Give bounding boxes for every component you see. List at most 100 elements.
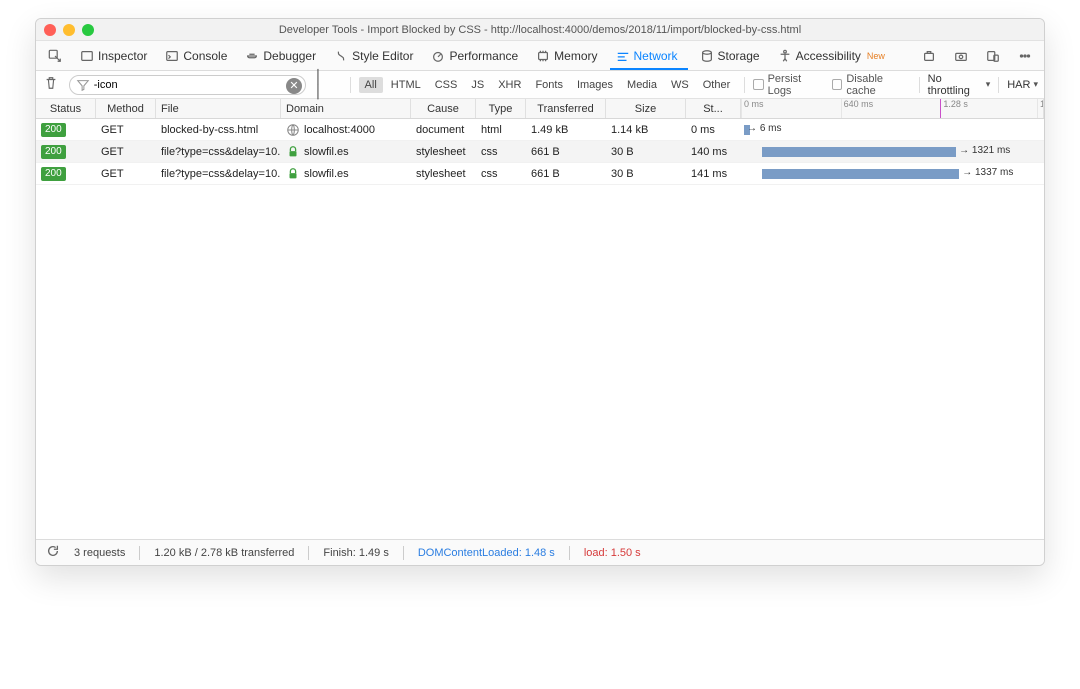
titlebar: Developer Tools - Import Blocked by CSS … — [36, 19, 1044, 41]
tab-memory[interactable]: Memory — [530, 47, 603, 65]
tab-storage[interactable]: Storage — [694, 47, 766, 65]
cell-cause: document — [411, 119, 476, 140]
cell-type: css — [476, 163, 526, 184]
filter-media[interactable]: Media — [621, 77, 663, 93]
column-headers: Status Method File Domain Cause Type Tra… — [36, 99, 1044, 119]
responsive-design-button[interactable] — [980, 47, 1006, 65]
col-waterfall: 0 ms640 ms1.28 s1. — [741, 99, 1044, 118]
cell-time: 141 ms — [686, 163, 741, 184]
col-file[interactable]: File — [156, 99, 281, 118]
col-method[interactable]: Method — [96, 99, 156, 118]
tab-label: Performance — [449, 49, 518, 63]
timeline-tick: 0 ms — [741, 99, 764, 118]
status-domcontentloaded: DOMContentLoaded: 1.48 s — [418, 547, 555, 559]
har-menu[interactable]: HAR▾ — [1007, 79, 1038, 91]
request-rows: 200GETblocked-by-css.htmllocalhost:4000d… — [36, 119, 1044, 539]
cell-cause: stylesheet — [411, 163, 476, 184]
cell-method: GET — [96, 119, 156, 140]
tab-label: Network — [634, 49, 678, 63]
tab-inspector[interactable]: Inspector — [74, 47, 153, 65]
cell-waterfall: → 1337 ms — [741, 163, 1044, 184]
panel-tabs: Inspector Console Debugger Style Editor … — [36, 41, 1044, 71]
throttling-select[interactable]: No throttling▾ — [928, 73, 991, 97]
tab-performance[interactable]: Performance — [425, 47, 524, 65]
status-badge: 200 — [41, 167, 66, 181]
col-size[interactable]: Size — [606, 99, 686, 118]
filter-css[interactable]: CSS — [429, 77, 464, 93]
cell-file: file?type=css&delay=10... — [156, 163, 281, 184]
col-domain[interactable]: Domain — [281, 99, 411, 118]
har-label: HAR — [1007, 79, 1030, 91]
globe-icon — [286, 123, 300, 137]
tab-accessibility[interactable]: AccessibilityNew — [772, 47, 891, 65]
cell-domain: slowfil.es — [281, 163, 411, 184]
status-badge: 200 — [41, 123, 66, 137]
cell-size: 30 B — [606, 163, 686, 184]
throttle-label: No throttling — [928, 73, 983, 97]
lock-icon — [286, 145, 300, 159]
cell-waterfall: → 6 ms — [741, 119, 1044, 140]
filter-js[interactable]: JS — [465, 77, 490, 93]
tab-label: Debugger — [263, 49, 316, 63]
filter-other[interactable]: Other — [697, 77, 737, 93]
kebab-menu-icon[interactable] — [1012, 47, 1038, 65]
tab-style-editor[interactable]: Style Editor — [328, 47, 419, 65]
status-requests: 3 requests — [74, 547, 125, 559]
filter-input[interactable] — [92, 78, 281, 92]
new-badge: New — [867, 51, 885, 61]
pick-element-button[interactable] — [42, 47, 68, 65]
tab-debugger[interactable]: Debugger — [239, 47, 322, 65]
screenshot-button[interactable] — [948, 47, 974, 65]
clear-button[interactable] — [42, 76, 61, 93]
tab-console[interactable]: Console — [159, 47, 233, 65]
table-row[interactable]: 200GETfile?type=css&delay=10...slowfil.e… — [36, 163, 1044, 185]
pause-button[interactable]: │ │ — [314, 70, 342, 100]
status-badge: 200 — [41, 145, 66, 159]
filter-all[interactable]: All — [359, 77, 383, 93]
filter-fonts[interactable]: Fonts — [529, 77, 569, 93]
minimize-icon[interactable] — [63, 24, 75, 36]
filter-ws[interactable]: WS — [665, 77, 695, 93]
close-icon[interactable] — [44, 24, 56, 36]
cell-transferred: 661 B — [526, 141, 606, 162]
status-load: load: 1.50 s — [584, 547, 641, 559]
cell-waterfall: → 1321 ms — [741, 141, 1044, 162]
filter-input-wrap: ✕ — [69, 75, 306, 95]
col-transferred[interactable]: Transferred — [526, 99, 606, 118]
col-cause[interactable]: Cause — [411, 99, 476, 118]
col-time[interactable]: St... — [686, 99, 741, 118]
col-status[interactable]: Status — [36, 99, 96, 118]
maximize-icon[interactable] — [82, 24, 94, 36]
chevron-down-icon: ▾ — [1033, 79, 1038, 90]
clear-filter-icon[interactable]: ✕ — [286, 78, 302, 94]
reload-icon[interactable] — [46, 544, 60, 561]
col-type[interactable]: Type — [476, 99, 526, 118]
cell-type: css — [476, 141, 526, 162]
type-filters: All HTML CSS JS XHR Fonts Images Media W… — [359, 77, 737, 93]
tab-label: Console — [183, 49, 227, 63]
table-row[interactable]: 200GETblocked-by-css.htmllocalhost:4000d… — [36, 119, 1044, 141]
filter-html[interactable]: HTML — [385, 77, 427, 93]
cell-type: html — [476, 119, 526, 140]
tab-label: Style Editor — [352, 49, 413, 63]
chevron-down-icon: ▾ — [986, 79, 991, 90]
persist-label: Persist Logs — [768, 73, 824, 97]
filter-images[interactable]: Images — [571, 77, 619, 93]
cell-transferred: 661 B — [526, 163, 606, 184]
cell-file: file?type=css&delay=10... — [156, 141, 281, 162]
cell-domain: localhost:4000 — [281, 119, 411, 140]
table-row[interactable]: 200GETfile?type=css&delay=10...slowfil.e… — [36, 141, 1044, 163]
funnel-icon — [76, 78, 90, 95]
statusbar: 3 requests 1.20 kB / 2.78 kB transferred… — [36, 539, 1044, 565]
lock-icon — [286, 167, 300, 181]
persist-logs-toggle[interactable]: Persist Logs — [753, 73, 824, 97]
disable-cache-toggle[interactable]: Disable cache — [832, 73, 911, 97]
toolbox-button[interactable] — [916, 47, 942, 65]
cell-size: 1.14 kB — [606, 119, 686, 140]
disable-label: Disable cache — [846, 73, 910, 97]
filter-xhr[interactable]: XHR — [492, 77, 527, 93]
tab-network[interactable]: Network — [610, 47, 688, 65]
timeline-tick: 1. — [1037, 99, 1044, 118]
status-transferred: 1.20 kB / 2.78 kB transferred — [154, 547, 294, 559]
timeline-tick: 1.28 s — [940, 99, 968, 118]
